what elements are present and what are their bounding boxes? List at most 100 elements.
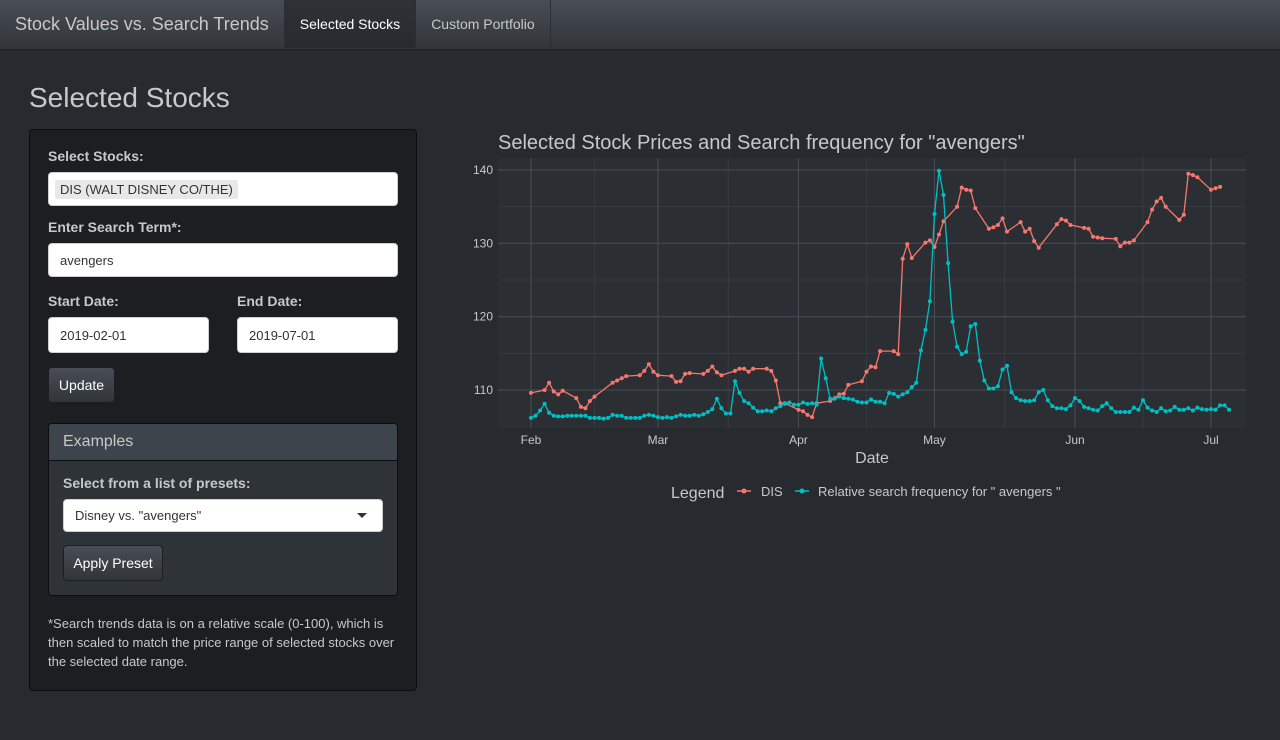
dis-point — [1027, 226, 1032, 231]
search-frequency-point — [887, 390, 892, 395]
search-frequency-point — [1082, 404, 1087, 409]
search-frequency-point — [651, 413, 656, 418]
search-term-input[interactable]: avengers — [48, 243, 398, 277]
search-frequency-point — [710, 407, 715, 412]
tab-custom-portfolio[interactable]: Custom Portfolio — [416, 0, 551, 48]
dis-point — [547, 380, 552, 385]
search-frequency-point — [823, 376, 828, 381]
search-frequency-point — [637, 415, 642, 420]
search-frequency-point — [964, 349, 969, 354]
dis-point — [896, 352, 901, 357]
dis-point — [1190, 173, 1195, 178]
end-date-label: End Date: — [237, 293, 303, 309]
dis-point — [900, 256, 905, 261]
dis-point — [646, 362, 651, 367]
dis-point — [542, 388, 547, 392]
dis-point — [1213, 186, 1218, 191]
dis-point — [1159, 195, 1164, 200]
dis-point — [714, 370, 719, 375]
search-frequency-point — [733, 379, 737, 384]
search-frequency-point — [1218, 403, 1223, 408]
dis-point — [1100, 236, 1105, 241]
search-frequency-point — [633, 415, 638, 420]
search-frequency-point — [660, 415, 665, 420]
dis-point — [805, 412, 810, 417]
search-frequency-point — [846, 396, 851, 401]
search-frequency-point — [864, 400, 869, 405]
search-frequency-point — [1136, 407, 1141, 412]
dis-point — [737, 366, 742, 371]
examples-title[interactable]: Examples — [49, 424, 397, 461]
select-stocks-input[interactable]: DIS (WALT DISNEY CO/THE) — [48, 172, 398, 206]
search-frequency-point — [869, 397, 873, 402]
search-frequency-point — [1032, 398, 1037, 403]
search-frequency-point — [760, 409, 765, 414]
search-frequency-point — [832, 396, 837, 401]
preset-select[interactable]: Disney vs. "avengers" — [63, 499, 383, 532]
dis-point — [909, 256, 914, 260]
dis-point — [764, 366, 769, 371]
search-frequency-point — [801, 400, 805, 405]
dis-point — [733, 368, 737, 373]
start-date-input[interactable]: 2019-02-01 — [48, 317, 209, 353]
legend: Legend DIS Relative search frequency for… — [671, 484, 1061, 502]
search-frequency-point — [1122, 410, 1127, 414]
apply-preset-button[interactable]: Apply Preset — [63, 545, 163, 581]
dis-point — [1154, 199, 1159, 204]
search-frequency-point — [937, 168, 941, 173]
search-frequency-point — [1145, 405, 1150, 410]
search-frequency-point — [1050, 404, 1055, 409]
dis-point — [995, 223, 1000, 227]
dis-point — [687, 371, 692, 376]
dis-point — [968, 188, 973, 193]
search-frequency-point — [565, 413, 570, 418]
search-frequency-point — [696, 413, 701, 418]
search-frequency-point — [946, 261, 951, 266]
scaling-note: *Search trends data is on a relative sca… — [48, 616, 395, 669]
end-date-input[interactable]: 2019-07-01 — [237, 317, 398, 353]
search-frequency-point — [850, 397, 855, 402]
dis-point — [964, 187, 969, 192]
dis-point — [1018, 220, 1023, 225]
selected-stock-chip[interactable]: DIS (WALT DISNEY CO/THE) — [55, 179, 238, 199]
dis-point — [1122, 240, 1127, 245]
dis-point — [1059, 217, 1064, 222]
search-frequency-point — [914, 380, 919, 385]
search-frequency-point — [1168, 408, 1173, 413]
search-frequency-point — [646, 412, 651, 417]
dis-point — [1218, 184, 1223, 189]
search-frequency-point — [841, 396, 846, 401]
dis-point — [1118, 244, 1123, 249]
sidebar-panel: Select Stocks: DIS (WALT DISNEY CO/THE) … — [29, 129, 417, 691]
search-frequency-point — [578, 413, 583, 418]
dis-point — [1131, 238, 1136, 243]
x-tick-label: Jul — [1203, 433, 1218, 447]
search-frequency-point — [628, 415, 633, 420]
search-frequency-point — [597, 415, 601, 420]
dis-point — [615, 378, 620, 383]
search-frequency-point — [551, 413, 556, 418]
dis-point — [973, 206, 978, 211]
app-brand[interactable]: Stock Values vs. Search Trends — [0, 0, 285, 48]
search-term-label: Enter Search Term*: — [48, 219, 182, 235]
search-frequency-point — [787, 400, 792, 405]
dis-point — [742, 366, 747, 371]
search-frequency-point — [1163, 409, 1168, 414]
search-frequency-point — [683, 413, 688, 418]
navbar: Stock Values vs. Search Trends Selected … — [0, 0, 1280, 50]
search-frequency-point — [678, 412, 683, 417]
search-frequency-point — [1054, 406, 1059, 411]
update-button[interactable]: Update — [48, 367, 115, 403]
search-frequency-point — [773, 406, 778, 411]
search-frequency-point — [1172, 404, 1177, 409]
dis-point — [859, 379, 864, 384]
search-frequency-point — [547, 410, 552, 415]
search-frequency-point — [1186, 406, 1191, 411]
y-tick-label: 140 — [473, 163, 493, 177]
y-tick-label: 110 — [474, 383, 493, 397]
search-frequency-point — [642, 413, 647, 418]
legend-label-search: Relative search frequency for " avengers… — [818, 484, 1061, 499]
tab-selected-stocks[interactable]: Selected Stocks — [284, 0, 417, 48]
search-frequency-point — [1027, 399, 1032, 403]
search-frequency-point — [1086, 406, 1091, 411]
